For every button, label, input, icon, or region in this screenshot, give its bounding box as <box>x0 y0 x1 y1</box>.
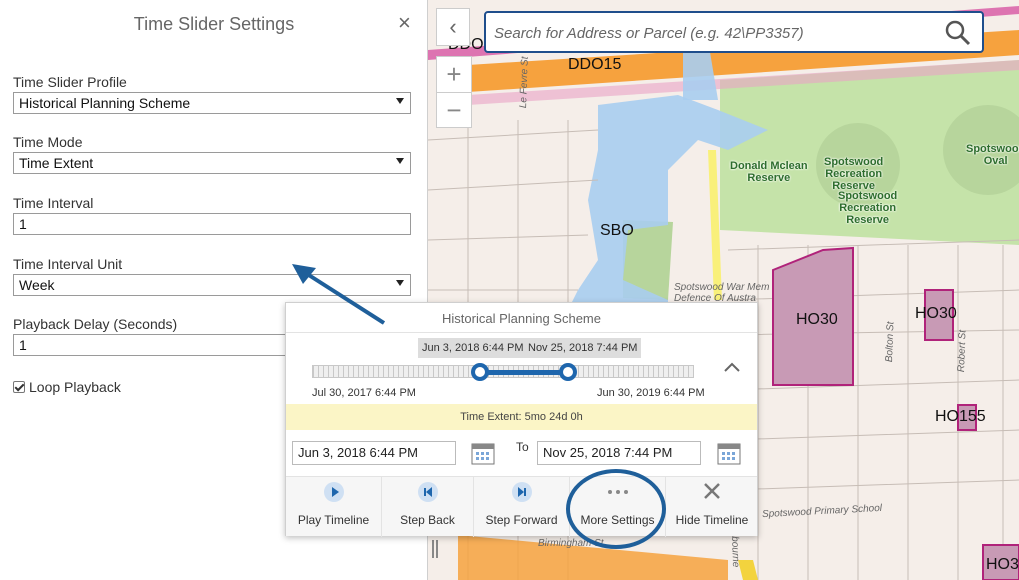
street-bolton: Bolton St <box>884 321 897 363</box>
street-le-fevre: Le Fevre St <box>518 56 531 109</box>
to-date-input[interactable]: Nov 25, 2018 7:44 PM <box>537 441 701 465</box>
step-forward-label: Step Forward <box>485 513 558 527</box>
play-timeline-label: Play Timeline <box>297 513 370 527</box>
calendar-icon[interactable] <box>716 440 742 466</box>
profile-label: Time Slider Profile <box>13 74 127 90</box>
zoom-out-button[interactable]: − <box>437 93 471 129</box>
search-icon[interactable] <box>944 19 972 52</box>
unit-select-value: Week <box>19 277 55 293</box>
interval-input[interactable]: 1 <box>13 213 411 235</box>
step-back-label: Step Back <box>400 513 455 527</box>
time-slider-widget: Historical Planning Scheme Jun 3, 2018 6… <box>285 302 758 537</box>
map-label-ho155: HO155 <box>935 408 986 425</box>
to-label: To <box>516 440 529 454</box>
step-back-button[interactable]: Step Back <box>382 477 474 537</box>
track-max-label: Jun 30, 2019 6:44 PM <box>597 387 705 399</box>
timeline-button-row: Play Timeline Step Back Step Forward Mor… <box>286 476 758 537</box>
delay-label: Playback Delay (Seconds) <box>13 316 178 332</box>
unit-select[interactable]: Week <box>13 274 411 296</box>
play-timeline-button[interactable]: Play Timeline <box>286 477 382 537</box>
road-yellow <box>708 150 722 300</box>
chevron-down-icon <box>396 280 404 286</box>
timeline-end-handle[interactable] <box>558 363 577 381</box>
collapse-panel-button[interactable]: ‹ <box>436 8 470 46</box>
chevron-down-icon <box>396 98 404 104</box>
step-forward-button[interactable]: Step Forward <box>474 477 570 537</box>
search-input[interactable] <box>492 23 932 43</box>
hide-timeline-button[interactable]: Hide Timeline <box>666 477 758 537</box>
road-bottom <box>738 560 758 580</box>
loop-playback-checkbox[interactable] <box>13 381 25 393</box>
zoom-in-button[interactable]: + <box>437 57 471 93</box>
close-icon[interactable]: × <box>398 11 411 35</box>
loop-playback-label: Loop Playback <box>29 379 121 395</box>
interval-label: Time Interval <box>13 195 94 211</box>
mode-select[interactable]: Time Extent <box>13 152 411 174</box>
chevron-down-icon <box>396 158 404 164</box>
map-label-ho30-b: HO30 <box>915 305 957 322</box>
mode-label: Time Mode <box>13 134 83 150</box>
time-slider-title: Historical Planning Scheme <box>442 311 601 326</box>
timeline-start-handle[interactable] <box>471 363 490 381</box>
hide-timeline-label: Hide Timeline <box>675 513 749 527</box>
from-date-input[interactable]: Jun 3, 2018 6:44 PM <box>292 441 456 465</box>
panel-title: Time Slider Settings <box>133 14 295 34</box>
chevron-up-icon[interactable] <box>724 359 740 377</box>
map-label-ho3: HO3 <box>986 556 1019 573</box>
map-label-sbo: SBO <box>600 222 634 239</box>
label-spotswood-recreation-reserve-2: Spotswood Recreation Reserve <box>838 190 898 226</box>
label-war-memorial: Spotswood War Mem Defence Of Austra <box>674 282 770 304</box>
divider <box>286 332 757 333</box>
highlight-ring-annotation <box>566 469 666 549</box>
step-back-icon <box>417 482 438 502</box>
panel-resize-handle[interactable] <box>432 540 438 558</box>
step-forward-icon <box>511 482 532 502</box>
range-start-tag: Jun 3, 2018 6:44 PM <box>418 338 528 358</box>
street-bourne: bourne <box>729 536 742 568</box>
play-icon <box>323 482 344 502</box>
map-label-ddo15: DDO15 <box>568 56 622 73</box>
time-extent-bar: Time Extent: 5mo 24d 0h <box>286 404 757 430</box>
close-icon <box>702 481 722 504</box>
calendar-icon[interactable] <box>470 440 496 466</box>
label-donald-mclean-reserve: Donald Mclean Reserve <box>730 160 808 184</box>
profile-select-value: Historical Planning Scheme <box>19 95 191 111</box>
street-robert: Robert St <box>956 329 969 373</box>
search-box <box>484 11 984 53</box>
loop-playback-row[interactable]: Loop Playback <box>13 379 121 395</box>
label-spotswood-oval: Spotswood Oval <box>966 143 1019 167</box>
label-spotswood-recreation-reserve-1: Spotswood Recreation Reserve <box>824 156 884 192</box>
profile-select[interactable]: Historical Planning Scheme <box>13 92 411 114</box>
track-min-label: Jul 30, 2017 6:44 PM <box>312 387 416 399</box>
zoom-control: + − <box>436 56 472 128</box>
unit-label: Time Interval Unit <box>13 256 123 272</box>
mode-select-value: Time Extent <box>19 155 94 171</box>
range-end-tag: Nov 25, 2018 7:44 PM <box>524 338 642 358</box>
map-label-ho30-a: HO30 <box>796 311 838 328</box>
timeline-selection <box>480 370 568 375</box>
